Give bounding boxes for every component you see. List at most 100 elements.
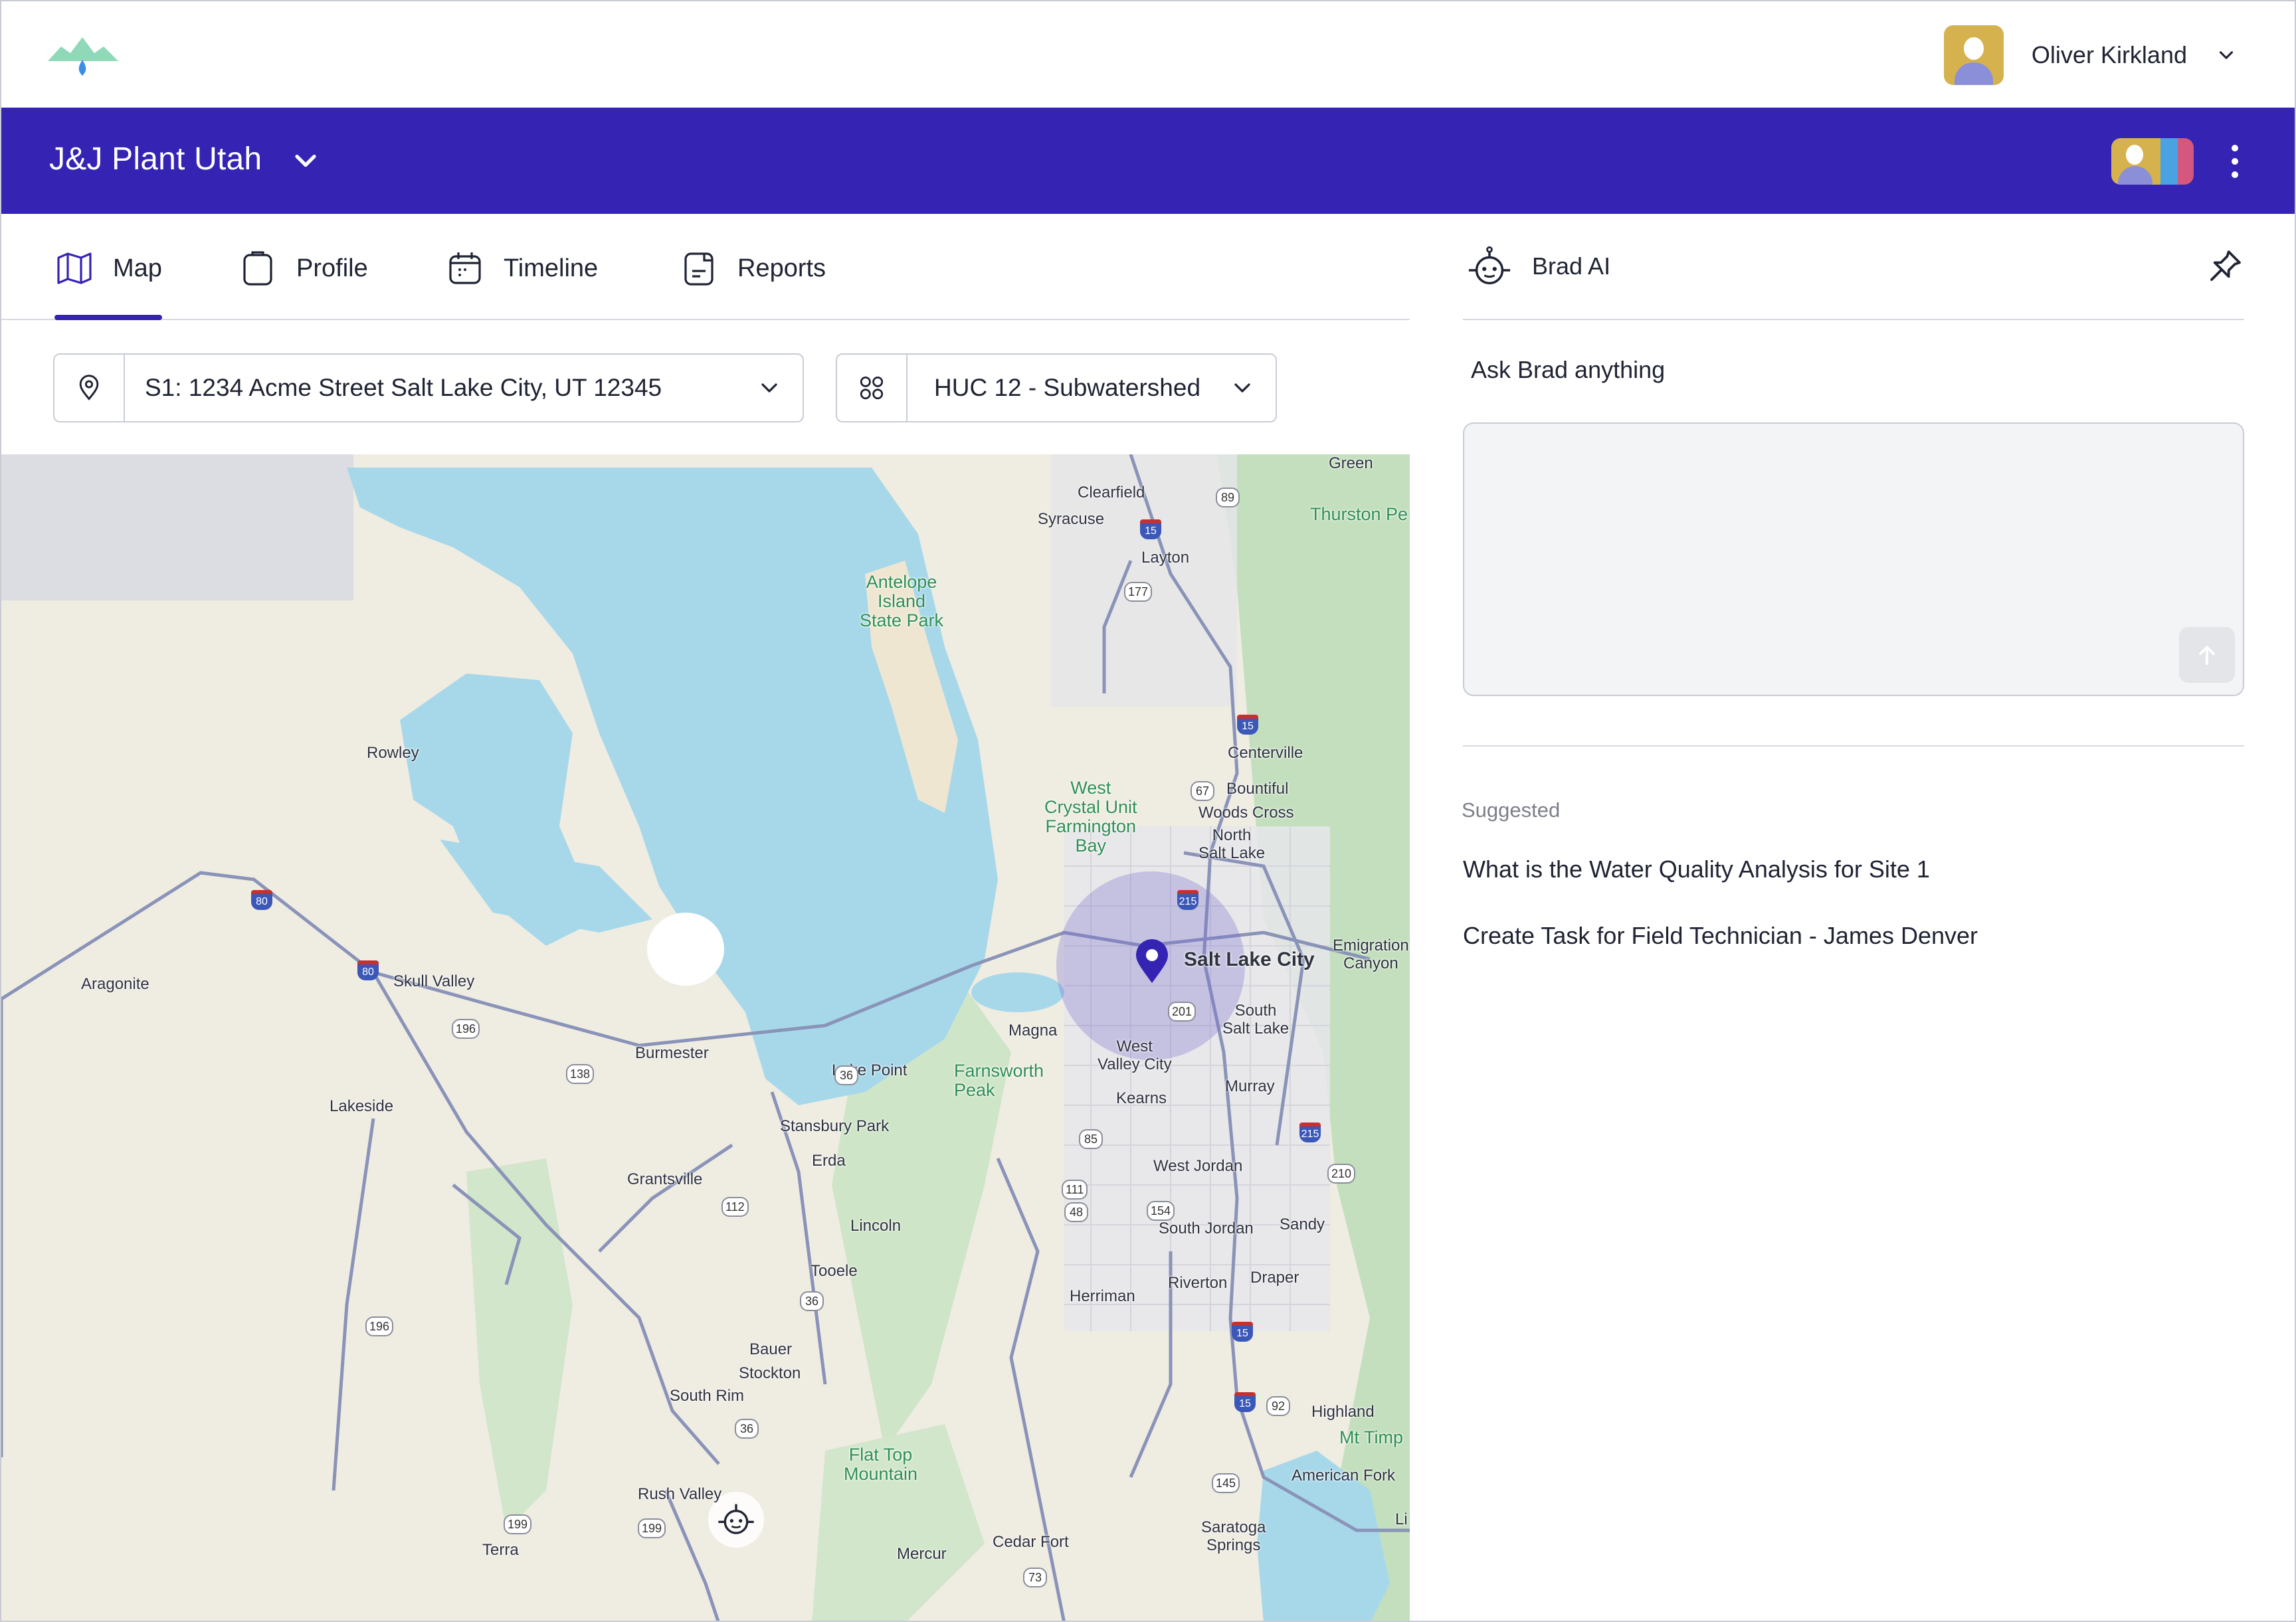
chevron-down-icon xyxy=(761,383,777,393)
map-label: Kearns xyxy=(1116,1089,1167,1107)
route-shield: 48 xyxy=(1064,1202,1088,1222)
location-pin-icon[interactable] xyxy=(1135,939,1169,984)
user-menu[interactable]: Oliver Kirkland xyxy=(1943,25,2238,85)
layer-select[interactable]: HUC 12 - Subwatershed xyxy=(836,353,1277,422)
map-label: Lakeside xyxy=(330,1097,394,1115)
tab-profile[interactable]: Profile xyxy=(238,248,368,288)
map-base-layer xyxy=(1,454,1410,1621)
tab-map[interactable]: Map xyxy=(54,248,162,288)
interstate-shield: 215 xyxy=(1299,1123,1321,1142)
route-shield: 138 xyxy=(566,1064,595,1084)
map-label: Bountiful xyxy=(1226,780,1289,798)
route-shield: 36 xyxy=(800,1291,824,1311)
map-label: Emigration Canyon xyxy=(1333,937,1409,972)
map-label: Woods Cross xyxy=(1198,804,1294,822)
map-label: West Valley City xyxy=(1098,1037,1172,1073)
map-label: Aragonite xyxy=(81,975,149,993)
map-label: Stansbury Park xyxy=(780,1117,890,1135)
grid-icon xyxy=(860,376,884,400)
site-select[interactable]: S1: 1234 Acme Street Salt Lake City, UT … xyxy=(53,353,804,422)
top-bar: Oliver Kirkland xyxy=(1,1,2295,108)
map-label: Lincoln xyxy=(850,1217,902,1235)
avatar xyxy=(1943,25,2004,85)
map-label: Mt Timp xyxy=(1339,1427,1404,1447)
map-label: Skull Valley xyxy=(393,972,475,990)
project-title[interactable]: J&J Plant Utah xyxy=(49,141,262,177)
clipboard-icon xyxy=(243,251,272,286)
map-label: Flat Top Mountain xyxy=(844,1445,918,1484)
chevron-down-icon xyxy=(2219,51,2234,59)
route-shield: 36 xyxy=(735,1419,759,1439)
site-select-value: S1: 1234 Acme Street Salt Lake City, UT … xyxy=(145,374,662,401)
map-label: Thurston Pe xyxy=(1310,504,1408,524)
app-logo-icon[interactable] xyxy=(47,33,120,80)
route-shield: 199 xyxy=(504,1514,532,1534)
map-label: Herriman xyxy=(1070,1287,1135,1305)
map-label: Syracuse xyxy=(1038,510,1105,528)
chevron-down-icon xyxy=(1234,383,1250,393)
robot-icon xyxy=(1468,246,1511,285)
route-shield: 89 xyxy=(1216,488,1240,507)
interstate-shield: 15 xyxy=(1237,715,1258,735)
map-label: South Jordan xyxy=(1159,1219,1254,1237)
map-label: Salt Lake City xyxy=(1184,948,1315,970)
tab-label: Profile xyxy=(296,254,368,282)
map-label: Grantsville xyxy=(627,1170,703,1188)
route-shield: 111 xyxy=(1062,1180,1088,1200)
arrow-up-icon xyxy=(2199,646,2215,666)
map-icon xyxy=(57,252,92,284)
ask-input[interactable] xyxy=(1463,422,2244,696)
chevron-down-icon[interactable] xyxy=(288,143,323,178)
tab-reports[interactable]: Reports xyxy=(679,248,826,288)
map-label: Burmester xyxy=(635,1044,709,1062)
route-shield: 145 xyxy=(1212,1473,1240,1493)
map-label: Erda xyxy=(812,1152,846,1170)
map-label: Clearfield xyxy=(1078,484,1145,501)
map-label: Layton xyxy=(1141,549,1190,567)
location-pin-icon xyxy=(79,375,99,401)
route-shield: 196 xyxy=(365,1316,394,1336)
suggestion-item[interactable]: What is the Water Quality Analysis for S… xyxy=(1463,856,1930,883)
map-label: Draper xyxy=(1250,1269,1299,1287)
assistant-title: Brad AI xyxy=(1532,252,1611,280)
map-label: North Salt Lake xyxy=(1198,826,1266,862)
tab-bar: Map Profile Timeline Reports xyxy=(1,214,1410,320)
map-canvas[interactable]: Green Clearfield Syracuse Thurston Pe La… xyxy=(1,454,1410,1621)
route-shield: 199 xyxy=(638,1518,666,1538)
tab-label: Timeline xyxy=(504,254,599,282)
team-avatars[interactable] xyxy=(2111,138,2194,185)
route-shield: 36 xyxy=(834,1065,858,1085)
map-label: Saratoga Springs xyxy=(1201,1518,1266,1554)
map-label: Tooele xyxy=(811,1262,858,1280)
tab-label: Reports xyxy=(737,254,826,282)
project-bar: J&J Plant Utah xyxy=(1,108,2295,214)
route-shield: 112 xyxy=(721,1197,749,1217)
map-label: Rush Valley xyxy=(638,1485,722,1503)
app-window: Oliver Kirkland J&J Plant Utah Map Profi… xyxy=(0,0,2296,1622)
divider xyxy=(1463,745,2244,747)
suggested-label: Suggested xyxy=(1462,798,1561,822)
user-name: Oliver Kirkland xyxy=(2031,41,2187,68)
suggestion-item[interactable]: Create Task for Field Technician - James… xyxy=(1463,922,1978,950)
more-options-icon[interactable] xyxy=(2228,142,2242,181)
map-label: Bauer xyxy=(749,1340,793,1358)
route-shield: 67 xyxy=(1191,781,1214,801)
tab-timeline[interactable]: Timeline xyxy=(445,248,598,288)
robot-icon[interactable] xyxy=(714,1500,759,1540)
map-label: Magna xyxy=(1008,1022,1058,1039)
map-label: Mercur xyxy=(897,1545,947,1563)
map-label: Highland xyxy=(1311,1403,1375,1421)
map-label: West Crystal Unit Farmington Bay xyxy=(1044,778,1137,856)
map-label: Green xyxy=(1329,454,1373,472)
send-button[interactable] xyxy=(2179,627,2235,683)
map-label: Murray xyxy=(1225,1077,1275,1095)
map-label: Antelope Island State Park xyxy=(860,572,944,630)
map-label: Centerville xyxy=(1228,744,1303,762)
interstate-shield: 15 xyxy=(1232,1322,1253,1342)
pin-icon[interactable] xyxy=(2207,247,2244,284)
assistant-panel: Brad AI Ask Brad anything Suggested What… xyxy=(1410,214,2295,1621)
map-label: Rowley xyxy=(367,744,419,762)
tab-active-indicator xyxy=(54,315,162,320)
interstate-shield: 80 xyxy=(251,890,272,910)
route-shield: 73 xyxy=(1023,1568,1047,1587)
